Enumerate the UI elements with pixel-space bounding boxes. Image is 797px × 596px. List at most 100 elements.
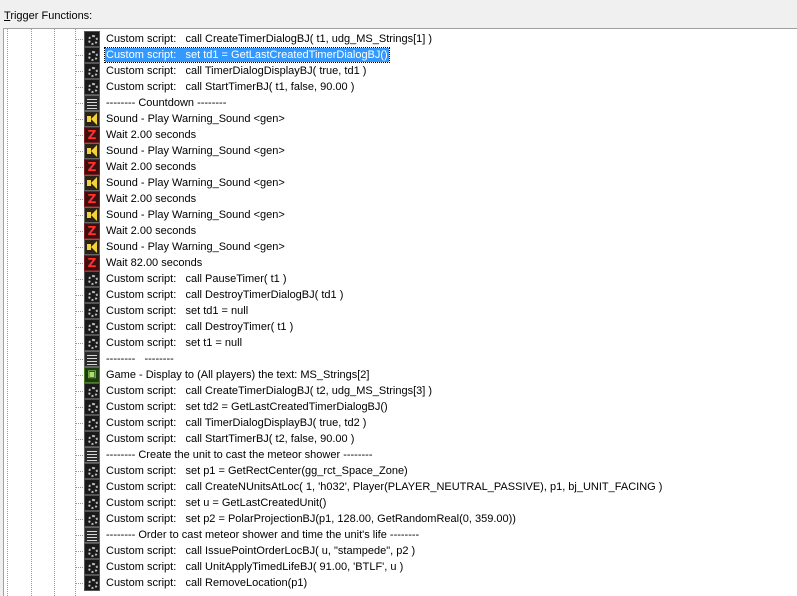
tree-row[interactable]: Custom script: set p2 = PolarProjectionB…: [76, 511, 783, 527]
tree-connector: [76, 263, 83, 264]
tree-row[interactable]: Custom script: call DestroyTimerDialogBJ…: [76, 287, 783, 303]
tree-row-label: Custom script: set td1 = null: [106, 305, 249, 317]
tree-connector: [76, 231, 83, 232]
tree-row[interactable]: Custom script: call TimerDialogDisplayBJ…: [76, 415, 783, 431]
tree-connector: [76, 455, 83, 456]
tree-guide-line: [54, 29, 55, 596]
tree-row[interactable]: Z Wait 82.00 seconds: [76, 255, 783, 271]
custom-script-icon: [84, 271, 100, 287]
custom-script-icon: [84, 575, 100, 591]
tree-row-label: Custom script: set td1 = GetLastCreatedT…: [104, 47, 390, 63]
tree-row-label: Sound - Play Warning_Sound <gen>: [106, 113, 285, 125]
tree-row[interactable]: Z Wait 2.00 seconds: [76, 159, 783, 175]
wait-icon: Z: [84, 159, 100, 175]
sound-icon: [84, 207, 100, 223]
tree-row-label: Wait 82.00 seconds: [106, 257, 203, 269]
tree-row[interactable]: Sound - Play Warning_Sound <gen>: [76, 111, 783, 127]
trigger-functions-tree[interactable]: Custom script: call CreateTimerDialogBJ(…: [3, 28, 797, 596]
tree-row-label: Sound - Play Warning_Sound <gen>: [106, 209, 285, 221]
custom-script-icon: [84, 47, 100, 63]
tree-row[interactable]: Custom script: call CreateTimerDialogBJ(…: [76, 31, 783, 47]
tree-row-label: Custom script: set td2 = GetLastCreatedT…: [106, 401, 388, 413]
tree-row[interactable]: Custom script: call StartTimerBJ( t2, fa…: [76, 431, 783, 447]
tree-row[interactable]: -------- Create the unit to cast the met…: [76, 447, 783, 463]
tree-row[interactable]: Custom script: call StartTimerBJ( t1, fa…: [76, 79, 783, 95]
wait-icon: Z: [84, 191, 100, 207]
tree-row[interactable]: Custom script: call RemoveLocation(p1): [76, 575, 783, 591]
tree-guide-line: [75, 29, 76, 596]
tree-connector: [76, 359, 83, 360]
tree-connector: [76, 199, 83, 200]
tree-row-label: Custom script: call StartTimerBJ( t1, fa…: [106, 81, 355, 93]
custom-script-icon: [84, 303, 100, 319]
tree-row-label: Sound - Play Warning_Sound <gen>: [106, 177, 285, 189]
tree-connector: [76, 439, 83, 440]
tree-connector: [76, 487, 83, 488]
tree-row-label: Custom script: call CreateTimerDialogBJ(…: [106, 33, 433, 45]
tree-row[interactable]: Custom script: call DestroyTimer( t1 ): [76, 319, 783, 335]
tree-row[interactable]: Custom script: set p1 = GetRectCenter(gg…: [76, 463, 783, 479]
tree-connector: [76, 519, 83, 520]
tree-row-label: Custom script: call UnitApplyTimedLifeBJ…: [106, 561, 404, 573]
custom-script-icon: [84, 287, 100, 303]
tree-row-label: Sound - Play Warning_Sound <gen>: [106, 145, 285, 157]
tree-row[interactable]: -------- Countdown --------: [76, 95, 783, 111]
tree-row-label: Custom script: call PauseTimer( t1 ): [106, 273, 287, 285]
tree-connector: [76, 471, 83, 472]
tree-row-label: Sound - Play Warning_Sound <gen>: [106, 241, 285, 253]
tree-row[interactable]: Sound - Play Warning_Sound <gen>: [76, 207, 783, 223]
tree-connector: [76, 551, 83, 552]
sound-icon: [84, 175, 100, 191]
tree-row[interactable]: Custom script: call TimerDialogDisplayBJ…: [76, 63, 783, 79]
custom-script-icon: [84, 463, 100, 479]
tree-row-label: -------- Create the unit to cast the met…: [106, 449, 373, 461]
tree-row[interactable]: Custom script: call CreateTimerDialogBJ(…: [76, 383, 783, 399]
wait-icon: Z: [84, 223, 100, 239]
tree-row[interactable]: Z Wait 2.00 seconds: [76, 191, 783, 207]
tree-row[interactable]: Z Wait 2.00 seconds: [76, 223, 783, 239]
sound-icon: [84, 111, 100, 127]
trigger-functions-header: Trigger Functions:: [0, 0, 797, 28]
custom-script-icon: [84, 495, 100, 511]
tree-row[interactable]: Custom script: call IssuePointOrderLocBJ…: [76, 543, 783, 559]
tree-row[interactable]: Custom script: set u = GetLastCreatedUni…: [76, 495, 783, 511]
tree-row-label: Custom script: call TimerDialogDisplayBJ…: [106, 65, 367, 77]
tree-row[interactable]: -------- --------: [76, 351, 783, 367]
tree-row[interactable]: Custom script: set td1 = null: [76, 303, 783, 319]
tree-row-label: Custom script: set p2 = PolarProjectionB…: [106, 513, 516, 525]
tree-row-label: Custom script: set p1 = GetRectCenter(gg…: [106, 465, 408, 477]
custom-script-icon: [84, 559, 100, 575]
custom-script-icon: [84, 415, 100, 431]
tree-connector: [76, 391, 83, 392]
custom-script-icon: [84, 399, 100, 415]
tree-connector: [76, 567, 83, 568]
tree-connector: [76, 583, 83, 584]
tree-connector: [76, 103, 83, 104]
game-display-icon: ▣: [84, 367, 100, 383]
tree-row[interactable]: Custom script: call UnitApplyTimedLifeBJ…: [76, 559, 783, 575]
tree-row[interactable]: -------- Order to cast meteor shower and…: [76, 527, 783, 543]
tree-row[interactable]: Custom script: set td2 = GetLastCreatedT…: [76, 399, 783, 415]
custom-script-icon: [84, 543, 100, 559]
custom-script-icon: [84, 79, 100, 95]
tree-row[interactable]: Sound - Play Warning_Sound <gen>: [76, 239, 783, 255]
tree-row-label: Custom script: call RemoveLocation(p1): [106, 577, 308, 589]
tree-row-label: Custom script: call CreateNUnitsAtLoc( 1…: [106, 481, 663, 493]
tree-row[interactable]: Custom script: set t1 = null: [76, 335, 783, 351]
tree-row-label: Game - Display to (All players) the text…: [106, 369, 370, 381]
tree-row[interactable]: Z Wait 2.00 seconds: [76, 127, 783, 143]
tree-row[interactable]: Sound - Play Warning_Sound <gen>: [76, 143, 783, 159]
tree-row[interactable]: Custom script: call PauseTimer( t1 ): [76, 271, 783, 287]
tree-row[interactable]: Sound - Play Warning_Sound <gen>: [76, 175, 783, 191]
tree-row-label: Wait 2.00 seconds: [106, 225, 197, 237]
tree-connector: [76, 295, 83, 296]
custom-script-icon: [84, 63, 100, 79]
tree-row[interactable]: ▣ Game - Display to (All players) the tex…: [76, 367, 783, 383]
sound-icon: [84, 239, 100, 255]
tree-connector: [76, 119, 83, 120]
tree-row-label: Custom script: call TimerDialogDisplayBJ…: [106, 417, 367, 429]
tree-connector: [76, 167, 83, 168]
tree-row[interactable]: Custom script: call CreateNUnitsAtLoc( 1…: [76, 479, 783, 495]
tree-connector: [76, 247, 83, 248]
tree-row[interactable]: Custom script: set td1 = GetLastCreatedT…: [76, 47, 783, 63]
